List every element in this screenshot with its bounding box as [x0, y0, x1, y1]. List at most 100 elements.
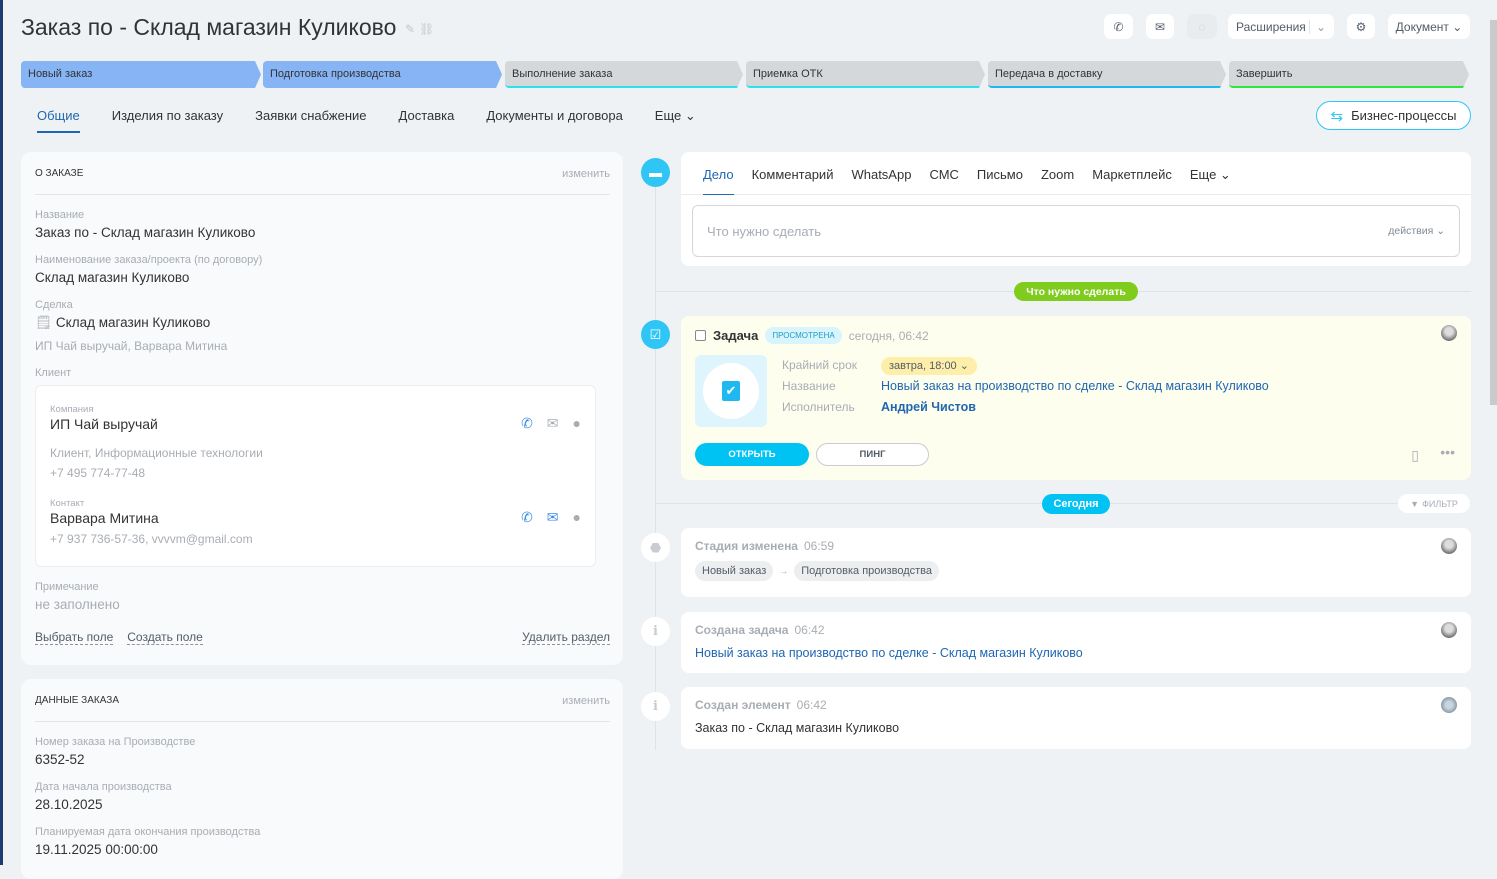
- edit-link[interactable]: изменить: [562, 168, 610, 180]
- select-field-link[interactable]: Выбрать поле: [35, 630, 114, 645]
- scrollbar[interactable]: [1490, 20, 1497, 405]
- note-value: не заполнено: [35, 597, 120, 612]
- mail-icon: ✉: [1154, 19, 1166, 34]
- chevron-down-icon: ⌄: [684, 108, 696, 123]
- deal-link[interactable]: Склад магазин Куликово: [56, 315, 210, 330]
- field-label: Номер заказа на Производстве: [35, 736, 196, 748]
- stage-3[interactable]: Выполнение заказа: [505, 61, 743, 88]
- field-label: Дата начала производства: [35, 781, 172, 793]
- composer-tab-marketplace[interactable]: Маркетплейс: [1092, 167, 1172, 194]
- composer-tab-whatsapp[interactable]: WhatsApp: [851, 167, 911, 194]
- main-tabs: Общие Изделия по заказу Заявки снабжение…: [37, 108, 696, 133]
- activity-composer: Дело Комментарий WhatsApp СМС Письмо Zoo…: [681, 152, 1471, 266]
- edit-link[interactable]: изменить: [562, 695, 610, 707]
- avatar[interactable]: [1441, 325, 1457, 341]
- page-title: Заказ по - Склад магазин Куликово: [21, 14, 397, 40]
- deadline-value: завтра, 18:00: [889, 360, 957, 372]
- delete-section-link[interactable]: Удалить раздел: [522, 630, 610, 645]
- create-field-link[interactable]: Создать поле: [127, 630, 203, 645]
- composer-tab-task[interactable]: Дело: [703, 167, 734, 195]
- composer-tab-more[interactable]: Еще ⌄: [1190, 167, 1231, 194]
- task-title: Задача: [713, 328, 759, 343]
- stage-label: Новый заказ: [28, 67, 93, 80]
- phone-icon[interactable]: ✆: [521, 415, 533, 432]
- avatar[interactable]: [1441, 538, 1457, 554]
- business-processes-button[interactable]: ⇆ Бизнес-процессы: [1316, 101, 1471, 130]
- business-processes-label: Бизнес-процессы: [1351, 108, 1457, 123]
- chat-icon[interactable]: ●: [573, 415, 581, 432]
- task-illustration: ✔: [695, 355, 767, 427]
- company-name[interactable]: ИП Чай выручай: [50, 416, 158, 432]
- task-check-icon: ☑: [641, 320, 670, 349]
- company-label: Компания: [50, 404, 94, 415]
- field-value: 19.11.2025 00:00:00: [35, 842, 158, 857]
- chevron-down-icon: ⌄: [1308, 19, 1326, 34]
- stage-2[interactable]: Подготовка производства: [263, 61, 502, 88]
- document-button[interactable]: Документ ⌄: [1388, 14, 1470, 39]
- deadline-chip[interactable]: завтра, 18:00 ⌄: [881, 357, 977, 375]
- field-label: Примечание: [35, 581, 99, 593]
- stage-label: Выполнение заказа: [512, 67, 613, 80]
- document-label: Документ: [1395, 19, 1449, 34]
- edit-link-icons[interactable]: ✎⛓: [405, 22, 438, 36]
- event-time: 06:59: [803, 539, 835, 553]
- mail-icon[interactable]: ✉: [547, 415, 559, 432]
- assignee-link[interactable]: Андрей Чистов: [881, 400, 1269, 414]
- phone-button[interactable]: ✆: [1104, 14, 1133, 39]
- comment-icon: ▬: [641, 158, 670, 187]
- mail-icon[interactable]: ✉: [547, 509, 559, 526]
- chat-button[interactable]: ◌: [1187, 14, 1217, 39]
- tab-delivery[interactable]: Доставка: [399, 108, 455, 133]
- event-time: 06:42: [796, 698, 827, 712]
- todo-input[interactable]: Что нужно сделать действия ⌄: [692, 205, 1460, 257]
- tab-supply[interactable]: Заявки снабжение: [255, 108, 366, 133]
- more-icon[interactable]: •••: [1440, 444, 1455, 460]
- field-label: Название: [35, 209, 85, 221]
- gear-icon: ⚙: [1355, 19, 1367, 34]
- deadline-label: Крайний срок: [782, 358, 858, 372]
- filter-icon: ▼: [1410, 498, 1420, 509]
- field-label: Клиент: [35, 367, 72, 379]
- task-card: Задача ПРОСМОТРЕНА сегодня, 06:42 ✔ Край…: [681, 316, 1471, 480]
- stage-1[interactable]: Новый заказ: [21, 61, 261, 88]
- stage-label: Подготовка производства: [270, 67, 401, 80]
- avatar[interactable]: [1441, 697, 1457, 713]
- note-icon[interactable]: ▯: [1411, 447, 1419, 464]
- event-task-link[interactable]: Новый заказ на производство по сделке - …: [695, 646, 1457, 660]
- filter-button[interactable]: ▼ ФИЛЬТР: [1398, 494, 1470, 513]
- event-time: 06:42: [794, 623, 825, 637]
- field-value: Заказ по - Склад магазин Куликово: [35, 225, 256, 240]
- tab-general[interactable]: Общие: [37, 108, 80, 133]
- extensions-label: Расширения: [1236, 19, 1306, 34]
- avatar[interactable]: [1441, 622, 1457, 638]
- extensions-button[interactable]: Расширения ⌄: [1228, 14, 1334, 39]
- open-button[interactable]: ОТКРЫТЬ: [695, 443, 809, 466]
- composer-tab-zoom[interactable]: Zoom: [1041, 167, 1074, 194]
- chat-icon[interactable]: ●: [573, 509, 581, 526]
- tab-documents[interactable]: Документы и договора: [486, 108, 622, 133]
- tab-products[interactable]: Изделия по заказу: [112, 108, 223, 133]
- settings-button[interactable]: ⚙: [1347, 14, 1375, 39]
- timeline-line: [655, 170, 656, 750]
- event-title: Стадия изменена: [695, 539, 798, 553]
- ping-button[interactable]: ПИНГ: [816, 443, 929, 466]
- tab-more[interactable]: Еще ⌄: [655, 108, 696, 133]
- task-checkbox[interactable]: [695, 330, 706, 341]
- composer-tab-email[interactable]: Письмо: [977, 167, 1023, 194]
- filter-label: ФИЛЬТР: [1422, 498, 1458, 509]
- actions-dropdown[interactable]: действия ⌄: [1388, 225, 1445, 237]
- composer-tab-comment[interactable]: Комментарий: [752, 167, 834, 194]
- composer-tab-sms[interactable]: СМС: [929, 167, 958, 194]
- stage-5[interactable]: Передача в доставку: [988, 61, 1226, 88]
- field-value: 6352-52: [35, 752, 85, 767]
- section-title: О ЗАКАЗЕ: [35, 168, 84, 179]
- event-element-created: Создан элемент 06:42 Заказ по - Склад маг…: [681, 687, 1471, 749]
- phone-icon[interactable]: ✆: [521, 509, 533, 526]
- contact-name[interactable]: Варвара Митина: [50, 510, 159, 526]
- stage-6[interactable]: Завершить: [1229, 61, 1469, 88]
- task-name-link[interactable]: Новый заказ на производство по сделке - …: [881, 379, 1269, 393]
- mail-button[interactable]: ✉: [1146, 14, 1174, 39]
- field-value: Склад магазин Куликово: [35, 270, 190, 285]
- company-phone[interactable]: +7 495 774-77-48: [50, 466, 581, 480]
- stage-4[interactable]: Приемка ОТК: [746, 61, 985, 88]
